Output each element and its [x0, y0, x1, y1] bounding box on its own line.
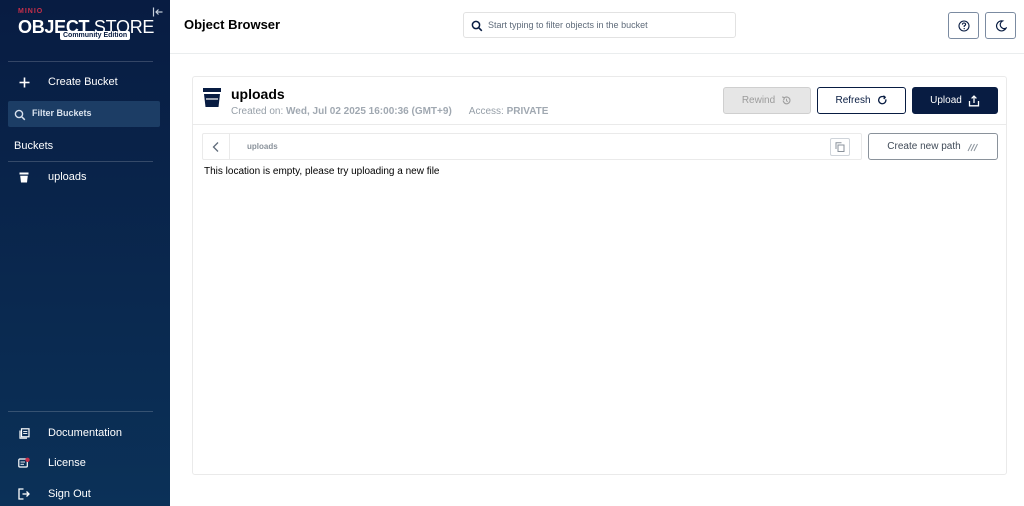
- bucket-icon: [18, 171, 30, 183]
- rewind-label: Rewind: [741, 95, 776, 106]
- filter-buckets-input[interactable]: Filter Buckets: [8, 101, 160, 127]
- moon-icon: [995, 19, 1007, 32]
- bucket-name: uploads: [231, 86, 285, 102]
- sidebar-item-bucket-uploads[interactable]: uploads: [0, 164, 170, 190]
- created-value: Wed, Jul 02 2025 16:00:36 (GMT+9): [286, 106, 452, 117]
- sidebar-item-label: uploads: [48, 171, 87, 183]
- sidebar-item-label: Sign Out: [48, 488, 91, 500]
- refresh-icon: [877, 95, 886, 105]
- bucket-panel: uploads Created on: Wed, Jul 02 2025 16:…: [192, 76, 1007, 475]
- sidebar: MINIO OBJECT STORE Community Edition Cre…: [0, 0, 170, 506]
- sign-out-icon: [18, 488, 30, 500]
- access-value: PRIVATE: [506, 106, 549, 117]
- help-button[interactable]: [948, 12, 979, 39]
- breadcrumb-path[interactable]: uploads: [247, 142, 278, 151]
- create-new-path-button[interactable]: Create new path: [868, 133, 998, 160]
- theme-toggle-button[interactable]: [985, 12, 1016, 39]
- refresh-button[interactable]: Refresh: [817, 87, 906, 114]
- copy-icon: [835, 142, 845, 152]
- upload-icon: [968, 94, 979, 106]
- search-icon: [471, 19, 483, 32]
- upload-label: Upload: [930, 95, 962, 106]
- chevron-left-icon: [212, 141, 219, 152]
- collapse-sidebar-icon[interactable]: [152, 5, 164, 17]
- create-bucket-button[interactable]: Create Bucket: [0, 69, 170, 95]
- upload-button[interactable]: Upload: [912, 87, 998, 114]
- bucket-icon: [203, 88, 221, 108]
- sidebar-divider: [8, 161, 153, 162]
- rewind-button[interactable]: Rewind: [723, 87, 811, 114]
- bucket-meta: Created on: Wed, Jul 02 2025 16:00:36 (G…: [231, 106, 548, 117]
- new-path-icon: [967, 143, 978, 151]
- back-button[interactable]: [203, 134, 230, 159]
- sidebar-item-documentation[interactable]: Documentation: [0, 420, 170, 446]
- license-icon: [18, 457, 30, 469]
- breadcrumb: uploads: [202, 133, 862, 160]
- rewind-icon: [782, 96, 791, 105]
- page-title: Object Browser: [184, 17, 281, 32]
- refresh-label: Refresh: [835, 95, 871, 106]
- sidebar-divider: [8, 61, 153, 62]
- sidebar-item-label: License: [48, 457, 86, 469]
- filter-buckets-placeholder: Filter Buckets: [32, 108, 92, 118]
- search-icon: [14, 108, 26, 121]
- edition-badge: Community Edition: [60, 31, 131, 40]
- object-search[interactable]: [463, 12, 736, 38]
- documentation-icon: [18, 427, 30, 439]
- help-icon: [957, 19, 970, 32]
- sidebar-item-license[interactable]: License: [0, 450, 170, 476]
- top-header: Object Browser: [170, 0, 1024, 54]
- create-new-path-label: Create new path: [887, 141, 961, 152]
- object-search-input[interactable]: [488, 13, 728, 37]
- access-label: Access:: [468, 106, 504, 117]
- plus-icon: [18, 76, 30, 88]
- bucket-header: uploads Created on: Wed, Jul 02 2025 16:…: [193, 77, 1006, 125]
- sidebar-item-label: Documentation: [48, 427, 122, 439]
- sidebar-divider: [8, 411, 153, 412]
- sign-out-button[interactable]: Sign Out: [0, 481, 170, 506]
- empty-state-message: This location is empty, please try uploa…: [204, 166, 440, 177]
- logo-vendor: MINIO: [18, 8, 44, 15]
- created-label: Created on:: [231, 106, 284, 117]
- create-bucket-label: Create Bucket: [48, 76, 118, 88]
- copy-path-button[interactable]: [830, 138, 850, 156]
- buckets-section-title: Buckets: [14, 140, 54, 152]
